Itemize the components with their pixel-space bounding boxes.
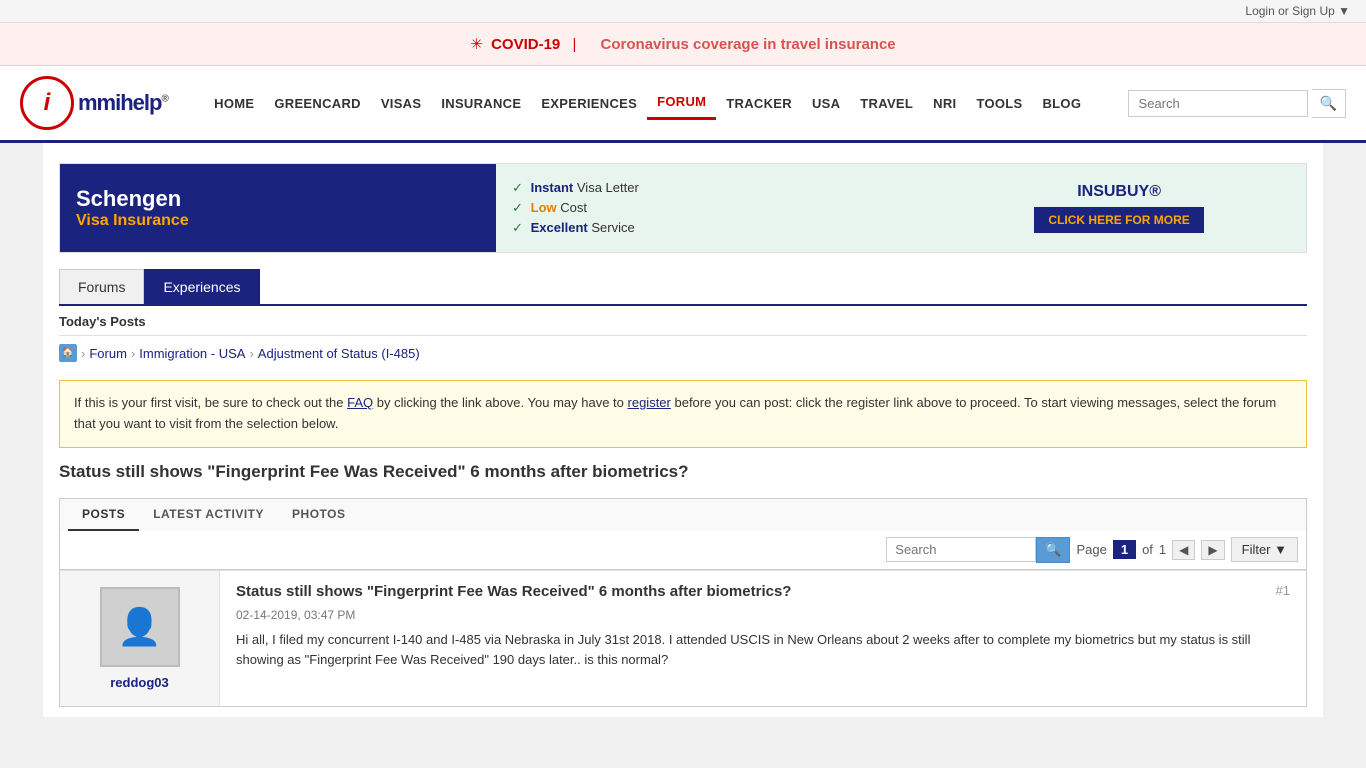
nav-home[interactable]: HOME (204, 88, 264, 119)
ad-feature1-bold: Instant (531, 180, 574, 195)
register-link[interactable]: register (628, 395, 671, 410)
breadcrumb-category[interactable]: Adjustment of Status (I-485) (258, 346, 420, 361)
tab-experiences[interactable]: Experiences (144, 269, 259, 304)
ad-feature1: ✓ Instant Visa Letter (512, 180, 916, 196)
logo-brand: mmihelp® (78, 90, 168, 116)
login-signup-link[interactable]: Login or Sign Up ▼ (1245, 4, 1350, 18)
ad-feature3-bold: Excellent (531, 220, 588, 235)
top-bar: Login or Sign Up ▼ (0, 0, 1366, 23)
faq-link[interactable]: FAQ (347, 395, 373, 410)
covid-separator: | (572, 36, 576, 53)
breadcrumb: 🏠 › Forum › Immigration - USA › Adjustme… (59, 336, 1307, 370)
ad-feature2: ✓ Low Cost (512, 200, 916, 216)
main-nav: HOME GREENCARD VISAS INSURANCE EXPERIENC… (204, 86, 1091, 120)
ad-feature3: ✓ Excellent Service (512, 220, 916, 236)
avatar: 👤 (100, 587, 180, 667)
ad-sub: Visa Insurance (76, 212, 480, 230)
ad-feature2-bold: Low (531, 200, 557, 215)
post-search-button[interactable]: 🔍 (1036, 537, 1070, 563)
post-tab-latest-activity[interactable]: LATEST ACTIVITY (139, 499, 278, 531)
notice-box: If this is your first visit, be sure to … (59, 380, 1307, 448)
ad-feature1-rest: Visa Letter (577, 180, 639, 195)
post-avatar-col: 👤 reddog03 (60, 571, 220, 706)
post-content-col: Status still shows "Fingerprint Fee Was … (220, 571, 1306, 706)
nav-insurance[interactable]: INSURANCE (431, 88, 531, 119)
notice-text-before-faq: If this is your first visit, be sure to … (74, 395, 347, 410)
header: i mmihelp® HOME GREENCARD VISAS INSURANC… (0, 66, 1366, 143)
page-of: of (1142, 542, 1153, 557)
post-tab-posts[interactable]: POSTS (68, 499, 139, 531)
post-search-wrap: 🔍 (886, 537, 1070, 563)
breadcrumb-sep3: › (249, 346, 253, 361)
tabs-area: Forums Experiences (59, 269, 1307, 306)
pagination-row: 🔍 Page 1 of 1 ◀ ▶ Filter ▼ (59, 531, 1307, 570)
breadcrumb-sep1: › (81, 346, 85, 361)
header-search-area: 🔍 (1128, 89, 1346, 118)
total-pages: 1 (1159, 542, 1166, 557)
notice-text-after-faq: by clicking the link above. You may have… (373, 395, 627, 410)
post-username[interactable]: reddog03 (110, 675, 169, 690)
table-row: 👤 reddog03 Status still shows "Fingerpri… (60, 570, 1306, 706)
nav-tracker[interactable]: TRACKER (716, 88, 802, 119)
ad-check1: ✓ (512, 180, 523, 195)
post-date: 02-14-2019, 03:47 PM (236, 608, 1290, 622)
breadcrumb-forum[interactable]: Forum (89, 346, 127, 361)
post-tab-photos[interactable]: PHOTOS (278, 499, 359, 531)
current-page: 1 (1113, 540, 1136, 559)
post-header: Status still shows "Fingerprint Fee Was … (236, 583, 1290, 600)
nav-blog[interactable]: BLOG (1032, 88, 1091, 119)
post-number: #1 (1276, 583, 1290, 598)
page-next-button[interactable]: ▶ (1201, 540, 1224, 560)
ad-check2: ✓ (512, 200, 523, 215)
filter-button[interactable]: Filter ▼ (1231, 537, 1298, 562)
ad-insubuy: INSUBUY® (1077, 183, 1161, 201)
covid-banner: ✳ COVID-19 | Coronavirus coverage in tra… (0, 23, 1366, 66)
post-tabs-bar: POSTS LATEST ACTIVITY PHOTOS (59, 498, 1307, 531)
home-icon: 🏠 (59, 344, 77, 362)
covid-title: COVID-19 (491, 36, 560, 53)
ad-left: Schengen Visa Insurance (60, 164, 496, 252)
post-content: Hi all, I filed my concurrent I-140 and … (236, 630, 1290, 672)
ad-check3: ✓ (512, 220, 523, 235)
logo-area: i mmihelp® (20, 76, 168, 130)
thread-title: Status still shows "Fingerprint Fee Was … (59, 462, 1307, 482)
tab-row: Forums Experiences (59, 269, 1307, 306)
ad-brand: Schengen (76, 186, 480, 212)
nav-greencard[interactable]: GREENCARD (264, 88, 370, 119)
ad-feature2-rest: Cost (560, 200, 587, 215)
nav-experiences[interactable]: EXPERIENCES (531, 88, 647, 119)
ad-right: INSUBUY® CLICK HERE FOR MORE (932, 164, 1306, 252)
ad-banner: Schengen Visa Insurance ✓ Instant Visa L… (59, 163, 1307, 253)
page-prev-button[interactable]: ◀ (1172, 540, 1195, 560)
header-search-button[interactable]: 🔍 (1312, 89, 1346, 118)
nav-travel[interactable]: TRAVEL (850, 88, 923, 119)
main-wrapper: Schengen Visa Insurance ✓ Instant Visa L… (43, 143, 1323, 717)
tab-forums[interactable]: Forums (59, 269, 144, 304)
ad-click-button[interactable]: CLICK HERE FOR MORE (1034, 207, 1203, 233)
logo-registered: ® (161, 94, 167, 105)
nav-usa[interactable]: USA (802, 88, 850, 119)
nav-tools[interactable]: TOOLS (966, 88, 1032, 119)
todays-posts: Today's Posts (59, 306, 1307, 336)
post-container: 👤 reddog03 Status still shows "Fingerpri… (59, 570, 1307, 707)
nav-visas[interactable]: VISAS (371, 88, 432, 119)
post-search-input[interactable] (886, 537, 1036, 562)
breadcrumb-immigration[interactable]: Immigration - USA (139, 346, 245, 361)
post-title: Status still shows "Fingerprint Fee Was … (236, 583, 791, 600)
logo-circle: i (20, 76, 74, 130)
ad-feature3-rest: Service (591, 220, 634, 235)
nav-forum[interactable]: FORUM (647, 86, 716, 120)
covid-icon: ✳ (470, 36, 483, 53)
header-search-input[interactable] (1128, 90, 1308, 117)
logo-letter: i (44, 89, 51, 117)
breadcrumb-sep2: › (131, 346, 135, 361)
ad-middle: ✓ Instant Visa Letter ✓ Low Cost ✓ Excel… (496, 164, 932, 252)
page-label: Page (1076, 542, 1106, 557)
nav-nri[interactable]: NRI (923, 88, 966, 119)
covid-link[interactable]: Coronavirus coverage in travel insurance (601, 36, 896, 53)
avatar-icon: 👤 (117, 606, 162, 648)
